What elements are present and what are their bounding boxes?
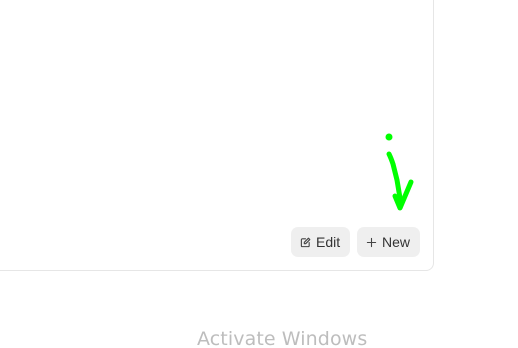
plus-icon xyxy=(365,236,377,248)
arrow-down-icon xyxy=(385,133,414,211)
page: Edit New Activate Windows xyxy=(0,0,518,348)
new-button-label: New xyxy=(382,234,411,250)
edit-button[interactable]: Edit xyxy=(291,227,350,257)
new-button[interactable]: New xyxy=(357,227,420,257)
activate-windows-watermark: Activate Windows xyxy=(197,328,368,348)
edit-icon xyxy=(299,236,311,248)
edit-button-label: Edit xyxy=(316,234,341,250)
